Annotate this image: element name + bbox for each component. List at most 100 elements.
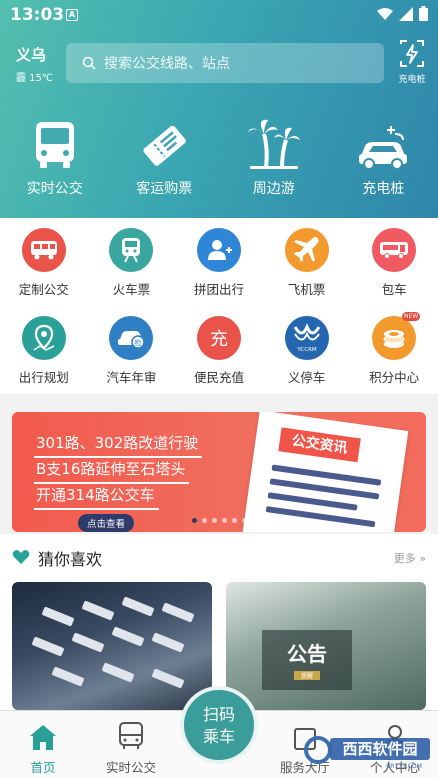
status-bar: 13:03 A (0, 0, 438, 30)
more-link[interactable]: 更多 » (394, 550, 426, 566)
top-nav-nearby[interactable]: 周边游 (219, 118, 329, 198)
double-chevron-right-icon: » (419, 552, 426, 565)
banner-dot[interactable] (202, 518, 207, 523)
recharge-icon: 充 (196, 316, 241, 360)
watermark-logo-icon: 西西软件园 CR173.COM (304, 736, 430, 770)
search-icon (82, 56, 96, 70)
palm-tree-icon (247, 119, 300, 169)
top-nav-realtime-bus[interactable]: 实时公交 (0, 118, 110, 198)
top-nav-label: 客运购票 (136, 181, 193, 197)
charging-station-button[interactable]: 充电桩 (390, 40, 434, 85)
status-time: 13:03 (10, 5, 65, 25)
svg-text:充: 充 (210, 329, 228, 350)
car-inspection-icon: 检 (109, 316, 154, 360)
svg-text:西西软件园: 西西软件园 (342, 740, 417, 758)
banner-section: 301路、302路改道行驶 B支16路延伸至石塔头 开通314路公交车 点击查看… (0, 394, 438, 534)
banner-dot[interactable] (232, 518, 237, 523)
announcement-badge: 提醒 (294, 671, 320, 680)
notification-icon: A (66, 9, 78, 21)
guess-you-like-section: 猜你喜欢 更多 » 公告 提醒 (0, 534, 438, 710)
banner-dot[interactable] (212, 518, 217, 523)
scan-label-1: 扫码 (202, 705, 235, 724)
ticket-icon (143, 125, 187, 166)
banner-line-2: B支16路延伸至石塔头 (34, 458, 190, 484)
banner-line-1: 301路、302路改道行驶 (34, 432, 203, 458)
service-points-center[interactable]: NEW 积分中心 (350, 312, 438, 394)
service-custom-bus[interactable]: 定制公交 (0, 228, 88, 306)
services-grid: 定制公交 火车票 拼团出行 飞机票 包车 出行规划 检 汽车年审 充 便民充值 … (0, 218, 438, 394)
site-watermark: 西西软件园 CR173.COM (304, 730, 434, 770)
service-flight-ticket[interactable]: 飞机票 (263, 228, 351, 306)
tab-home[interactable]: 首页 (8, 717, 78, 776)
route-pin-icon (21, 316, 66, 360)
banner-line-3: 开通314路公交车 (34, 484, 159, 510)
banner-indicator (192, 518, 247, 523)
plane-icon (284, 228, 329, 272)
city-name: 义乌 (16, 46, 47, 64)
service-label: 积分中心 (369, 370, 420, 385)
heart-icon (12, 550, 30, 564)
bus-depot-card[interactable] (12, 582, 212, 710)
train-icon (109, 228, 154, 272)
banner-view-button[interactable]: 点击查看 (78, 514, 135, 532)
guess-header: 猜你喜欢 更多 » (12, 542, 426, 572)
battery-icon (419, 6, 428, 21)
announcement-title: 公告 (287, 642, 327, 666)
service-label: 出行规划 (18, 370, 69, 385)
top-nav-label: 充电桩 (362, 181, 405, 197)
svg-text:CR173.COM: CR173.COM (386, 763, 422, 770)
news-banner[interactable]: 301路、302路改道行驶 B支16路延伸至石塔头 开通314路公交车 点击查看… (12, 412, 426, 532)
top-nav-label: 实时公交 (26, 181, 83, 197)
svg-text:YCCRM: YCCRM (296, 347, 317, 353)
search-input[interactable]: 搜索公交线路、站点 (66, 43, 384, 83)
charging-icon (400, 40, 424, 67)
service-recharge[interactable]: 充 便民充值 (175, 316, 263, 394)
service-charter-bus[interactable]: 包车 (350, 228, 438, 306)
announcement-board: 公告 提醒 (262, 630, 352, 690)
header-hero: 13:03 A 义乌 霾 15℃ 搜索公交线路、站点 充电桩 实时公交 客运购票… (0, 0, 438, 218)
tab-label: 首页 (30, 760, 56, 775)
service-label: 拼团出行 (193, 282, 244, 297)
tab-realtime-bus[interactable]: 实时公交 (96, 717, 166, 776)
home-icon (30, 725, 56, 750)
top-nav-label: 周边游 (252, 181, 295, 197)
service-label: 飞机票 (287, 282, 326, 297)
city-selector[interactable]: 义乌 霾 15℃ (16, 44, 60, 84)
service-label: 汽车年审 (106, 370, 157, 385)
announcement-card[interactable]: 公告 提醒 (226, 582, 426, 710)
services-row-1: 定制公交 火车票 拼团出行 飞机票 包车 (0, 218, 438, 306)
service-group-travel[interactable]: 拼团出行 (175, 228, 263, 306)
search-row: 义乌 霾 15℃ 搜索公交线路、站点 充电桩 (0, 40, 438, 86)
service-car-inspection[interactable]: 检 汽车年审 (88, 316, 176, 394)
scan-to-ride-button[interactable]: 扫码 乘车 (180, 686, 258, 764)
news-paper-illustration: 公交资讯 (241, 412, 409, 532)
new-badge: NEW (401, 312, 421, 321)
service-yi-parking[interactable]: YCCRM 义停车 (263, 316, 351, 394)
ev-car-icon (359, 126, 408, 170)
bus-outline-icon (119, 722, 143, 749)
points-coin-icon: NEW (372, 312, 421, 360)
charging-label: 充电桩 (398, 75, 426, 85)
top-nav-ticket[interactable]: 客运购票 (110, 118, 220, 198)
scan-label-2: 乘车 (202, 727, 235, 746)
paper-title: 公交资讯 (278, 427, 361, 463)
service-train-ticket[interactable]: 火车票 (88, 228, 176, 306)
svg-text:检: 检 (135, 338, 142, 347)
signal-icon (399, 6, 413, 21)
search-placeholder: 搜索公交线路、站点 (104, 56, 230, 72)
banner-dot[interactable] (222, 518, 227, 523)
service-trip-planning[interactable]: 出行规划 (0, 316, 88, 394)
system-icons (377, 6, 428, 21)
banner-dot[interactable] (192, 518, 197, 523)
custom-bus-icon (21, 228, 66, 272)
top-nav: 实时公交 客运购票 周边游 充电桩 (0, 118, 438, 198)
service-label: 火车票 (112, 282, 151, 297)
service-label: 定制公交 (18, 282, 69, 297)
charter-bus-icon (372, 228, 417, 272)
service-label: 包车 (381, 282, 407, 297)
service-label: 义停车 (287, 370, 326, 385)
yiting-logo-icon: YCCRM (284, 316, 329, 360)
service-label: 便民充值 (193, 370, 244, 385)
top-nav-ev-charging[interactable]: 充电桩 (329, 118, 438, 198)
wifi-icon (377, 7, 393, 20)
